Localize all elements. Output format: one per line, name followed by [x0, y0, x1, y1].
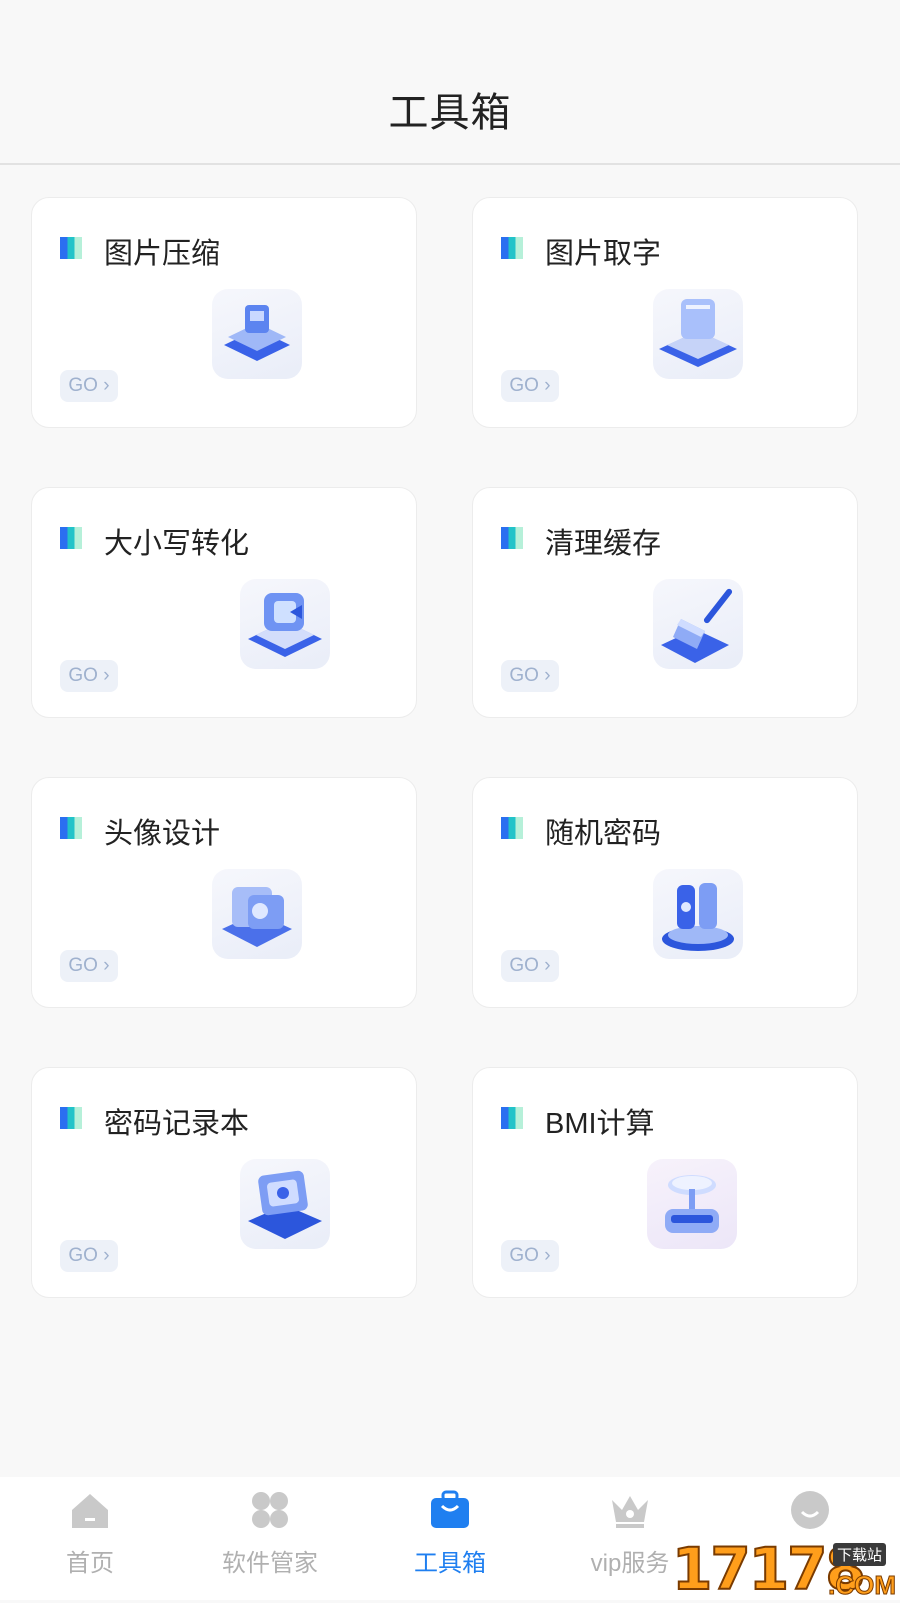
tool-card-image-compress[interactable]: 图片压缩 GO › — [31, 197, 417, 428]
tool-name: 图片取字 — [545, 238, 662, 270]
tool-name: 密码记录本 — [104, 1108, 250, 1140]
clean-cache-icon — [653, 579, 743, 669]
bmi-calculator-icon — [647, 1159, 737, 1249]
random-password-icon — [653, 869, 743, 959]
tool-card-case-convert[interactable]: 大小写转化 GO › — [31, 487, 417, 718]
go-button[interactable]: GO › — [60, 1240, 118, 1272]
tool-card-password-notebook[interactable]: 密码记录本 GO › — [31, 1067, 417, 1298]
go-button[interactable]: GO › — [501, 1240, 559, 1272]
go-button[interactable]: GO › — [60, 950, 118, 982]
go-button[interactable]: GO › — [60, 370, 118, 402]
tool-name: 头像设计 — [104, 818, 221, 850]
tool-card-clean-cache[interactable]: 清理缓存 GO › — [472, 487, 858, 718]
tab-label: 软件管家 — [222, 1550, 318, 1577]
tab-software-manager[interactable]: 软件管家 — [180, 1477, 360, 1600]
home-icon — [72, 1494, 108, 1528]
crown-icon — [612, 1496, 648, 1528]
case-convert-icon — [240, 579, 330, 669]
tool-name: 随机密码 — [545, 818, 662, 850]
page-title: 工具箱 — [388, 91, 512, 135]
toolbox-icon — [431, 1490, 469, 1528]
tool-card-random-password[interactable]: 随机密码 GO › — [472, 777, 858, 1008]
tool-card-image-text-extract[interactable]: 图片取字 GO › — [472, 197, 858, 428]
tool-name: 图片压缩 — [104, 238, 221, 270]
header-bar: 工具箱 — [0, 0, 900, 165]
card-flag-icon — [60, 1107, 82, 1129]
password-notebook-icon — [240, 1159, 330, 1249]
watermark-suffix: .COM — [828, 1570, 897, 1601]
tab-label: 首页 — [66, 1550, 114, 1577]
site-watermark-logo: 17178 下载站 .COM — [671, 1537, 900, 1601]
card-flag-icon — [501, 527, 523, 549]
smile-icon — [791, 1491, 829, 1529]
apps-icon — [252, 1492, 288, 1528]
card-flag-icon — [501, 237, 523, 259]
card-flag-icon — [501, 817, 523, 839]
card-flag-icon — [501, 1107, 523, 1129]
tab-toolbox[interactable]: 工具箱 — [360, 1477, 540, 1600]
image-text-extract-icon — [653, 289, 743, 379]
go-button[interactable]: GO › — [501, 660, 559, 692]
tool-name: 清理缓存 — [545, 528, 662, 560]
tool-name: 大小写转化 — [104, 528, 250, 560]
card-flag-icon — [60, 237, 82, 259]
card-flag-icon — [60, 817, 82, 839]
tool-name: BMI计算 — [545, 1108, 655, 1140]
card-flag-icon — [60, 527, 82, 549]
watermark-tag: 下载站 — [832, 1543, 886, 1566]
avatar-design-icon — [212, 869, 302, 959]
go-button[interactable]: GO › — [60, 660, 118, 692]
tool-card-bmi-calculator[interactable]: BMI计算 GO › — [472, 1067, 858, 1298]
tab-home[interactable]: 首页 — [0, 1477, 180, 1600]
tab-label: 工具箱 — [414, 1550, 486, 1577]
go-button[interactable]: GO › — [501, 950, 559, 982]
go-button[interactable]: GO › — [501, 370, 559, 402]
tool-card-avatar-design[interactable]: 头像设计 GO › — [31, 777, 417, 1008]
image-compress-icon — [212, 289, 302, 379]
